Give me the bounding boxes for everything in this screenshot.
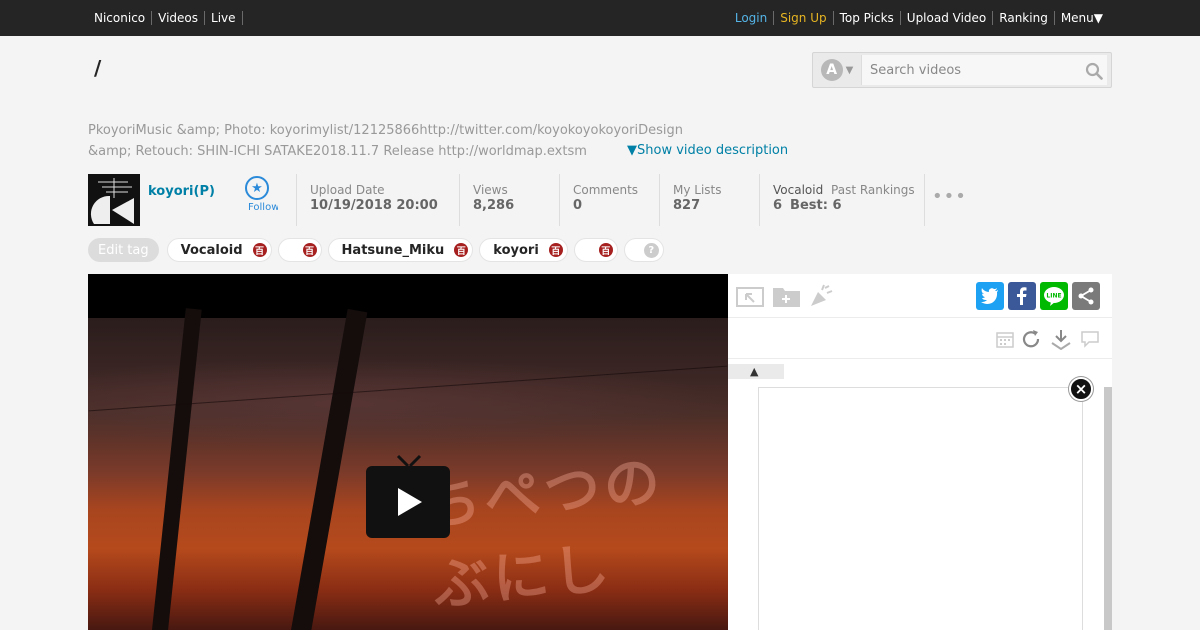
stat-value: 8,286 xyxy=(473,198,515,213)
search-mode-icon: A xyxy=(820,59,843,81)
tag-item[interactable]: Hatsune_Miku 百 xyxy=(327,238,474,262)
dictionary-icon[interactable]: 百 xyxy=(548,243,563,257)
dictionary-icon[interactable]: 百 xyxy=(302,243,317,257)
tag-item[interactable]: Vocaloid 百 xyxy=(166,238,272,262)
tag-label: Vocaloid xyxy=(180,242,243,258)
follow-label: Follow xyxy=(248,202,278,213)
ranking-stat[interactable]: Vocaloid Past Rankings 6 Best: 6 xyxy=(759,174,925,226)
panel-toolbar: LINE xyxy=(728,274,1112,318)
line-icon: LINE xyxy=(1044,287,1064,306)
comment-list[interactable] xyxy=(758,387,1083,630)
follow-button[interactable]: ★ Follow xyxy=(244,174,278,220)
ranking-best: Best: 6 xyxy=(790,198,842,213)
login-link[interactable]: Login xyxy=(729,11,773,25)
thumbnail-pole xyxy=(150,308,202,630)
stat-label: Vocaloid Past Rankings xyxy=(773,183,925,197)
tag-help-button[interactable]: ? xyxy=(623,238,664,262)
search-icon[interactable] xyxy=(1085,62,1103,80)
signup-link[interactable]: Sign Up xyxy=(773,11,832,25)
dictionary-icon[interactable]: 百 xyxy=(454,243,469,257)
tag-item[interactable]: 百 xyxy=(573,238,618,262)
star-icon: ★ xyxy=(245,176,269,200)
description-line: PkoyoriMusic &amp; Photo: koyorimylist/1… xyxy=(88,123,683,138)
close-icon[interactable]: × xyxy=(1069,377,1093,401)
stat-value: 10/19/2018 20:00 xyxy=(310,198,438,213)
calendar-icon[interactable] xyxy=(996,330,1014,348)
menu-dropdown[interactable]: Menu▼ xyxy=(1053,11,1109,25)
stat-label: Comments xyxy=(573,183,639,197)
mylists-stat: My Lists 827 xyxy=(659,174,759,226)
comment-panel: LINE ▲ × xyxy=(728,274,1112,630)
ranking-value: 6 xyxy=(773,198,783,213)
tag-label: koyori xyxy=(493,242,539,258)
share-icon xyxy=(1078,287,1094,305)
comments-stat: Comments 0 xyxy=(559,174,659,226)
stat-value: 0 xyxy=(573,198,583,213)
ranking-link[interactable]: Ranking xyxy=(992,11,1054,25)
ranking-category: Vocaloid xyxy=(773,183,824,197)
search-input[interactable] xyxy=(861,55,1107,85)
search-box: A ▼ xyxy=(812,52,1112,88)
stat-divider xyxy=(924,174,925,226)
avatar-image xyxy=(88,174,140,226)
help-icon: ? xyxy=(643,242,659,258)
scroll-down-icon[interactable] xyxy=(1050,328,1072,350)
advertise-icon[interactable] xyxy=(808,282,836,310)
stat-value: 827 xyxy=(673,198,701,213)
owner-avatar[interactable] xyxy=(88,174,140,226)
folder-add-icon[interactable] xyxy=(772,284,802,308)
ranking-label: Past Rankings xyxy=(831,183,915,197)
nav-live-link[interactable]: Live xyxy=(204,11,242,25)
stat-label: Views xyxy=(473,183,508,197)
facebook-icon xyxy=(1017,287,1027,305)
video-player[interactable]: ちぺつの ぶにし xyxy=(88,274,728,630)
mylist-add-icon[interactable] xyxy=(736,284,764,308)
twitter-share-button[interactable] xyxy=(976,282,1004,310)
site-links: Niconico Videos Live xyxy=(88,0,243,36)
line-share-button[interactable]: LINE xyxy=(1040,282,1068,310)
nav-niconico-link[interactable]: Niconico xyxy=(88,11,151,25)
search-mode-selector[interactable]: A ▼ xyxy=(813,53,861,87)
dictionary-icon[interactable]: 百 xyxy=(598,243,613,257)
svg-text:LINE: LINE xyxy=(1046,293,1061,300)
tag-label: Hatsune_Miku xyxy=(341,242,445,258)
edit-tag-button[interactable]: Edit tag xyxy=(88,238,159,262)
play-icon[interactable] xyxy=(366,454,450,538)
comment-toggle-icon[interactable] xyxy=(1080,330,1100,348)
account-links: Login Sign Up Top Picks Upload Video Ran… xyxy=(729,0,1109,36)
views-stat: Views 8,286 xyxy=(459,174,559,226)
sort-ascending-icon[interactable]: ▲ xyxy=(750,364,758,379)
chevron-down-icon: ▼ xyxy=(845,64,854,76)
top-navigation-bar: Niconico Videos Live Login Sign Up Top P… xyxy=(0,0,1200,36)
comment-scrollbar[interactable] xyxy=(1104,387,1112,630)
show-description-link[interactable]: ▼Show video description xyxy=(627,143,788,158)
more-options-button[interactable]: ••• xyxy=(932,186,967,207)
stat-label: Upload Date xyxy=(310,183,385,197)
stat-value: 6 Best: 6 xyxy=(773,198,925,213)
tag-item[interactable]: koyori 百 xyxy=(479,238,568,262)
tag-item[interactable]: 百 xyxy=(277,238,322,262)
comment-toolbar xyxy=(728,318,1112,359)
stat-label: My Lists xyxy=(673,183,722,197)
description-line: &amp; Retouch: SHIN-ICHI SATAKE2018.11.7… xyxy=(88,144,587,159)
tag-list: Edit tag Vocaloid 百 百 Hatsune_Miku 百 koy… xyxy=(88,238,664,262)
twitter-icon xyxy=(981,288,998,304)
upload-date-stat: Upload Date 10/19/2018 20:00 xyxy=(296,174,460,226)
video-title: / xyxy=(94,56,102,80)
share-button[interactable] xyxy=(1072,282,1100,310)
facebook-share-button[interactable] xyxy=(1008,282,1036,310)
dictionary-icon[interactable]: 百 xyxy=(252,243,267,257)
refresh-icon[interactable] xyxy=(1020,328,1042,350)
thumbnail-artwork: ちぺつの ぶにし xyxy=(421,448,668,620)
upload-video-link[interactable]: Upload Video xyxy=(899,11,992,25)
nav-divider xyxy=(241,11,243,25)
nav-videos-link[interactable]: Videos xyxy=(151,11,204,25)
owner-name-link[interactable]: koyori(P) xyxy=(148,184,215,199)
top-picks-link[interactable]: Top Picks xyxy=(832,11,900,25)
